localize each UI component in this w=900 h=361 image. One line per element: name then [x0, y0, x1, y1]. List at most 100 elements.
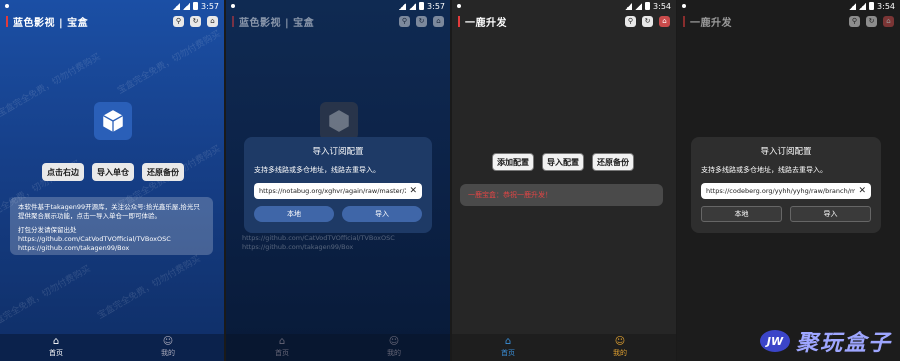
title-accent	[683, 15, 685, 27]
url-input[interactable]: https://codeberg.org/yyhh/yyhg/raw/branc…	[701, 183, 871, 199]
tab-mine-label: 我的	[613, 349, 627, 357]
clear-icon[interactable]: ✕	[409, 186, 417, 196]
info-card: 本软件基于takagen99开源库，关注公众号:拾光鑫乐屋,拾光只提供聚合展示功…	[10, 197, 213, 255]
url-input[interactable]: https://notabug.org/xghvr/again/raw/mast…	[254, 183, 422, 199]
import-dialog: 导入订阅配置 支持多线路或多仓地址，线路去重导入。 https://notabu…	[244, 137, 432, 233]
title-accent	[232, 15, 234, 27]
user-tab-icon: ☺	[162, 336, 174, 347]
bg-link-box: https://github.com/takagen99/Box	[242, 243, 354, 251]
dialog-message: 支持多线路或多仓地址，线路去重导入。	[701, 166, 827, 174]
app-bar: 蓝色影视 | 宝盒 ⚲ ↻ ⌂	[0, 12, 224, 30]
app-bar: 一鹿升发 ⚲ ↻ ⌂	[677, 12, 900, 30]
info-link-tvboxosc[interactable]: https://github.com/CatVodTVOfficial/TVBo…	[18, 235, 205, 244]
notification-dot-icon	[682, 4, 686, 8]
bg-link-tvboxosc: https://github.com/CatVodTVOfficial/TVBo…	[242, 234, 395, 242]
app-title: 蓝色影视 | 宝盒	[13, 17, 89, 29]
tab-home[interactable]: ⌂ 首页	[226, 334, 338, 361]
home-icon[interactable]: ⌂	[883, 15, 894, 27]
brand-badge: JW	[759, 330, 790, 352]
restore-backup-button[interactable]: 还原备份	[142, 163, 184, 181]
screen-2: 3:57 蓝色影视 | 宝盒 ⚲ ↻ ⌂ https://github.com/…	[226, 0, 450, 361]
home-icon[interactable]: ⌂	[659, 15, 670, 27]
import-config-button[interactable]: 导入配置	[542, 153, 584, 171]
search-icon[interactable]: ⚲	[625, 15, 636, 27]
dialog-title: 导入订阅配置	[312, 147, 364, 157]
status-time: 3:54	[877, 1, 895, 11]
url-input-value: https://codeberg.org/yyhh/yyhg/raw/branc…	[706, 187, 856, 195]
refresh-icon[interactable]: ↻	[190, 15, 201, 27]
clear-icon[interactable]: ✕	[858, 186, 866, 196]
search-icon[interactable]: ⚲	[399, 15, 410, 27]
bottom-tab-bar: ⌂ 首页 ☺ 我的	[226, 334, 450, 361]
url-input-value: https://notabug.org/xghvr/again/raw/mast…	[259, 187, 407, 195]
box-logo-icon	[94, 102, 132, 140]
user-tab-icon: ☺	[388, 336, 400, 347]
watermark-text: 宝盒完全免费，切勿付费购买	[0, 264, 93, 332]
add-config-button[interactable]: 添加配置	[492, 153, 534, 171]
bottom-tab-bar: ⌂ 首页 ☺ 我的	[0, 334, 224, 361]
battery-icon	[645, 2, 651, 10]
local-button[interactable]: 本地	[701, 206, 782, 222]
screen-1: 3:57 蓝色影视 | 宝盒 ⚲ ↻ ⌂ 宝盒完全免费，切勿付费购买 宝盒完全免…	[0, 0, 224, 361]
info-intro: 本软件基于takagen99开源库，关注公众号:拾光鑫乐屋,拾光只提供聚合展示功…	[18, 203, 200, 220]
home-tab-icon: ⌂	[52, 336, 60, 347]
title-accent	[6, 15, 8, 27]
brand-watermark: JW 聚玩盒子	[759, 325, 892, 357]
import-single-repo-button[interactable]: 导入单仓	[92, 163, 134, 181]
import-button[interactable]: 导入	[790, 206, 871, 222]
title-accent	[458, 15, 460, 27]
home-icon[interactable]: ⌂	[207, 15, 218, 27]
import-dialog: 导入订阅配置 支持多线路或多仓地址，线路去重导入。 https://codebe…	[691, 137, 881, 233]
signal-icon	[409, 2, 417, 10]
tab-home[interactable]: ⌂ 首页	[0, 334, 112, 361]
battery-icon	[193, 2, 199, 10]
restore-backup-button[interactable]: 还原备份	[592, 153, 634, 171]
dialog-title: 导入订阅配置	[760, 147, 812, 157]
tab-home-label: 首页	[49, 349, 63, 357]
notification-dot-icon	[5, 4, 9, 8]
app-bar: 一鹿升发 ⚲ ↻ ⌂	[452, 12, 676, 30]
wifi-icon	[399, 2, 407, 10]
background-links: https://github.com/CatVodTVOfficial/TVBo…	[242, 234, 395, 252]
import-button[interactable]: 导入	[342, 206, 422, 222]
click-right-button[interactable]: 点击右边	[42, 163, 84, 181]
tab-mine[interactable]: ☺ 我的	[338, 334, 450, 361]
tab-mine[interactable]: ☺ 我的	[564, 334, 676, 361]
status-bar: 3:54	[677, 0, 900, 12]
wifi-icon	[625, 2, 633, 10]
signal-icon	[635, 2, 643, 10]
brand-text: 聚玩盒子	[795, 331, 892, 356]
notification-dot-icon	[457, 4, 461, 8]
screen-4: 3:54 一鹿升发 ⚲ ↻ ⌂ 导入订阅配置 支持多线路或多仓地址，线路去重导入…	[677, 0, 900, 361]
watermark-text: 宝盒完全免费，切勿付费购买	[96, 254, 203, 322]
status-time: 3:57	[201, 1, 219, 11]
tab-mine[interactable]: ☺ 我的	[112, 334, 224, 361]
user-tab-icon: ☺	[614, 336, 626, 347]
status-bar: 3:54	[452, 0, 676, 12]
refresh-icon[interactable]: ↻	[866, 15, 877, 27]
tab-mine-label: 我的	[387, 349, 401, 357]
app-bar: 蓝色影视 | 宝盒 ⚲ ↻ ⌂	[226, 12, 450, 30]
screen-3: 3:54 一鹿升发 ⚲ ↻ ⌂ 添加配置 导入配置 还原备份 一鹿宝盒：恭祝一鹿…	[452, 0, 676, 361]
search-icon[interactable]: ⚲	[849, 15, 860, 27]
battery-icon	[869, 2, 875, 10]
status-time: 3:54	[653, 1, 671, 11]
home-icon[interactable]: ⌂	[433, 15, 444, 27]
tab-mine-label: 我的	[161, 349, 175, 357]
refresh-icon[interactable]: ↻	[416, 15, 427, 27]
bottom-tab-bar: ⌂ 首页 ☺ 我的	[452, 334, 676, 361]
refresh-icon[interactable]: ↻	[642, 15, 653, 27]
app-title: 一鹿升发	[690, 17, 732, 29]
tab-home-label: 首页	[275, 349, 289, 357]
info-notice: 打包分发请保留出处	[18, 226, 77, 234]
local-button[interactable]: 本地	[254, 206, 334, 222]
info-link-box[interactable]: https://github.com/takagen99/Box	[18, 244, 205, 253]
home-tab-icon: ⌂	[504, 336, 512, 347]
wifi-icon	[173, 2, 181, 10]
status-time: 3:57	[427, 1, 445, 11]
app-title: 蓝色影视 | 宝盒	[239, 17, 315, 29]
wifi-icon	[849, 2, 857, 10]
notification-dot-icon	[231, 4, 235, 8]
tab-home[interactable]: ⌂ 首页	[452, 334, 564, 361]
search-icon[interactable]: ⚲	[173, 15, 184, 27]
